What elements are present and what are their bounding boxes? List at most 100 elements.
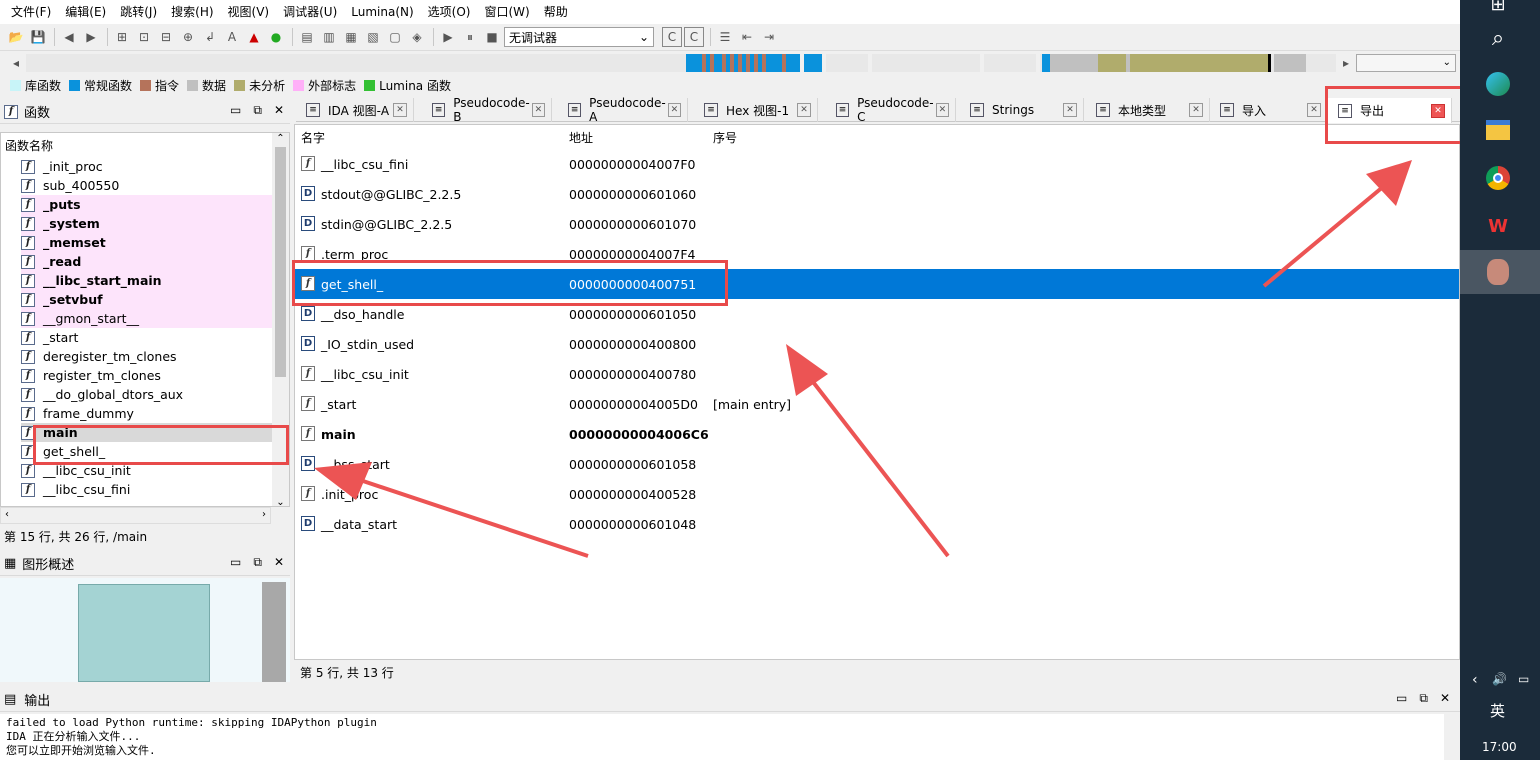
menu-item[interactable]: 帮助 [537, 0, 575, 24]
open-icon[interactable]: 📂 [6, 27, 26, 47]
export-row[interactable]: f __libc_csu_fini 00000000004007F0 [295, 149, 1459, 179]
close-icon[interactable]: ✕ [274, 103, 284, 118]
function-row[interactable]: f __gmon_start__ [21, 309, 272, 328]
export-row[interactable]: Dstdin@@GLIBC_2.2.5 0000000000601070 [295, 209, 1459, 239]
function-row[interactable]: f _init_proc [21, 157, 272, 176]
export-row[interactable]: f .term_proc 00000000004007F4 [295, 239, 1459, 269]
menu-item[interactable]: 视图(V) [221, 0, 277, 24]
export-row[interactable]: f _start 00000000004005D0 [main entry] [295, 389, 1459, 419]
breakpoint-icon[interactable]: ◈ [407, 27, 427, 47]
code-icon[interactable]: ⊞ [112, 27, 132, 47]
stop-icon[interactable]: ■ [482, 27, 502, 47]
minimize-icon[interactable]: ▭ [1396, 691, 1407, 706]
function-row[interactable]: f __libc_csu_init [21, 461, 272, 480]
scroll-down-icon[interactable]: ⌄ [272, 497, 289, 506]
tab-close-icon[interactable]: ✕ [1307, 103, 1321, 117]
edge-browser-icon[interactable] [1480, 66, 1516, 102]
export-row[interactable]: f __libc_csu_init 0000000000400780 [295, 359, 1459, 389]
output-log[interactable]: failed to load Python runtime: skipping … [0, 714, 1444, 760]
close-icon[interactable]: ✕ [274, 555, 284, 570]
windows-start-icon[interactable]: ⊞ [1480, 0, 1516, 22]
menu-item[interactable]: 窗口(W) [477, 0, 536, 24]
text-icon[interactable]: A [222, 27, 242, 47]
nav-right-icon[interactable]: ▸ [1336, 53, 1356, 73]
segment-icon[interactable]: ▦ [341, 27, 361, 47]
tab-close-icon[interactable]: ✕ [1431, 103, 1445, 118]
tab[interactable]: ≡ Pseudocode-C ✕ [826, 96, 956, 124]
scroll-thumb[interactable] [275, 147, 286, 377]
chrome-icon[interactable] [1480, 160, 1516, 196]
search-icon[interactable]: ⌕ [1480, 20, 1516, 56]
function-row[interactable]: f deregister_tm_clones [21, 347, 272, 366]
save-icon[interactable]: 💾 [28, 27, 48, 47]
tab[interactable]: ≡ Pseudocode-B ✕ [422, 96, 552, 124]
function-row[interactable]: f _setvbuf [21, 290, 272, 309]
export-row[interactable]: f get_shell_ 0000000000400751 [295, 269, 1459, 299]
graph-overview-canvas[interactable] [0, 578, 290, 682]
nav-dropdown[interactable]: ⌄ [1356, 54, 1456, 72]
string-icon[interactable]: ⊟ [156, 27, 176, 47]
tab-close-icon[interactable]: ✕ [393, 103, 407, 117]
tab[interactable]: ≡ Hex 视图-1 ✕ [694, 98, 818, 122]
column-name-header[interactable]: 名字 [301, 129, 325, 146]
decompile-icon[interactable]: C [684, 27, 704, 47]
tab[interactable]: ≡ Pseudocode-A ✕ [558, 96, 688, 124]
window-icon[interactable]: ▢ [385, 27, 405, 47]
tab[interactable]: ≡ 导入 ✕ [1210, 98, 1328, 122]
scroll-up-icon[interactable]: ⌃ [272, 133, 289, 147]
forward-icon[interactable]: ▶ [81, 27, 101, 47]
scroll-left-icon[interactable]: ‹ [5, 509, 9, 520]
tab-close-icon[interactable]: ✕ [1063, 103, 1077, 117]
menu-item[interactable]: 调试器(U) [276, 0, 344, 24]
scroll-right-icon[interactable]: › [262, 509, 266, 520]
patch-icon[interactable]: ▧ [363, 27, 383, 47]
debugger-select[interactable]: 无调试器 ⌄ [504, 27, 654, 47]
struct-icon[interactable]: ▤ [297, 27, 317, 47]
tab-close-icon[interactable]: ✕ [797, 103, 811, 117]
indent-left-icon[interactable]: ⇤ [737, 27, 757, 47]
network-icon[interactable]: ▭ [1518, 672, 1529, 686]
function-row[interactable]: f __libc_csu_fini [21, 480, 272, 499]
ime-indicator[interactable]: 英 [1490, 700, 1505, 721]
function-row[interactable]: f __libc_start_main [21, 271, 272, 290]
pause-icon[interactable]: ⏸ [460, 27, 480, 47]
array-icon[interactable]: ⊕ [178, 27, 198, 47]
vertical-scrollbar[interactable]: ⌃ ⌄ [272, 133, 289, 506]
function-row[interactable]: f _system [21, 214, 272, 233]
tab[interactable]: ≡ 导出 ✕ [1328, 98, 1452, 123]
tab-close-icon[interactable]: ✕ [531, 103, 545, 117]
tab-close-icon[interactable]: ✕ [1189, 103, 1203, 117]
run-icon[interactable]: ▶ [438, 27, 458, 47]
menu-item[interactable]: 文件(F) [4, 0, 58, 24]
menu-item[interactable]: 选项(O) [421, 0, 478, 24]
functions-list[interactable]: 函数名称 f _init_proc f sub_400550 f _puts f _syste… [0, 132, 290, 507]
export-row[interactable]: f main 00000000004006C6 [295, 419, 1459, 449]
minimize-icon[interactable]: ▭ [230, 103, 241, 118]
column-ordinal-header[interactable]: 序号 [713, 129, 737, 146]
ida-app-icon[interactable] [1480, 254, 1516, 290]
horizontal-scrollbar[interactable]: ‹ › [0, 507, 271, 524]
exports-view[interactable]: 名字 地址 序号 f __libc_csu_fini 00000000004007F… [294, 124, 1460, 660]
nav-left-icon[interactable]: ◂ [6, 53, 26, 73]
function-row[interactable]: f _start [21, 328, 272, 347]
float-icon[interactable]: ⧉ [253, 103, 262, 118]
functions-column-header[interactable]: 函数名称 [5, 137, 53, 154]
tab[interactable]: ≡ Strings ✕ [960, 98, 1084, 122]
enum-icon[interactable]: ▥ [319, 27, 339, 47]
graph-icon[interactable]: ▲ [244, 27, 264, 47]
minimize-icon[interactable]: ▭ [230, 555, 241, 570]
data-icon[interactable]: ⊡ [134, 27, 154, 47]
indent-right-icon[interactable]: ⇥ [759, 27, 779, 47]
menu-item[interactable]: Lumina(N) [344, 0, 420, 24]
function-row[interactable]: f get_shell_ [21, 442, 272, 461]
function-row[interactable]: f _memset [21, 233, 272, 252]
tab[interactable]: ≡ IDA 视图-A ✕ [296, 98, 414, 122]
graph-overview-viewport[interactable] [78, 584, 210, 682]
function-row[interactable]: f main [21, 423, 272, 442]
file-explorer-icon[interactable] [1480, 112, 1516, 148]
menu-item[interactable]: 跳转(J) [113, 0, 164, 24]
function-row[interactable]: f sub_400550 [21, 176, 272, 195]
tray-chevron-icon[interactable]: ‹ [1472, 672, 1478, 688]
wps-office-icon[interactable]: W [1480, 208, 1516, 244]
float-icon[interactable]: ⧉ [1419, 691, 1428, 706]
